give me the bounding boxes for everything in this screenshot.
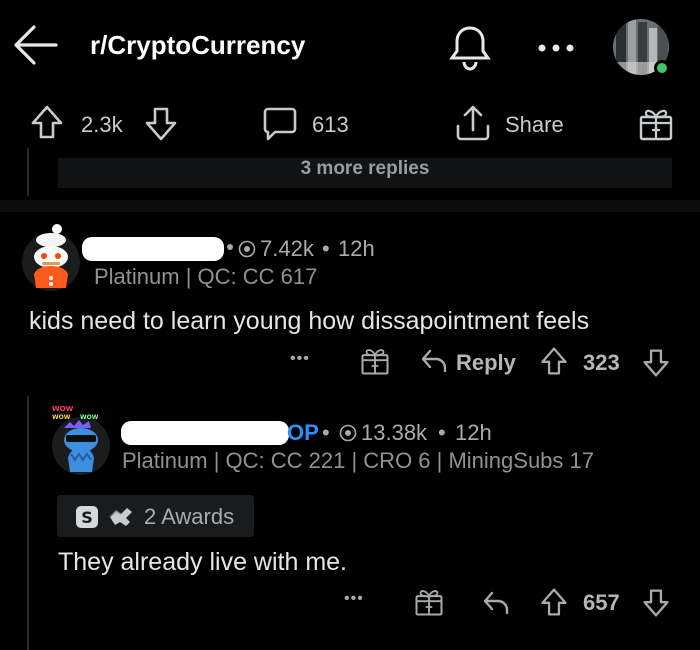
more-options-icon[interactable]: •••: [290, 350, 310, 368]
awards-badge[interactable]: S 2 Awards: [57, 495, 254, 537]
comment-icon[interactable]: [262, 106, 298, 142]
bell-icon[interactable]: [448, 24, 492, 72]
svg-text:S: S: [81, 508, 93, 527]
upvote-icon[interactable]: [540, 587, 568, 617]
snoo-nft-avatar[interactable]: WOW WOW WOW: [50, 402, 112, 476]
back-arrow-icon[interactable]: [12, 24, 58, 66]
comment-karma: 13.38k: [361, 420, 428, 445]
silver-award-icon: S: [75, 505, 99, 529]
reply-icon[interactable]: [420, 348, 448, 374]
comment-score: 657: [583, 590, 620, 615]
downvote-icon[interactable]: [642, 588, 670, 618]
svg-text:WOW: WOW: [52, 414, 71, 421]
downvote-icon[interactable]: [642, 348, 670, 378]
thread-line: [27, 396, 29, 650]
svg-text:WOW: WOW: [80, 414, 99, 421]
downvote-icon[interactable]: [144, 106, 178, 142]
snoo-chef-avatar[interactable]: [20, 222, 82, 292]
comment-score: 323: [583, 350, 620, 375]
karma-icon: [339, 424, 357, 442]
op-badge: OP: [287, 420, 319, 445]
subreddit-title[interactable]: r/CryptoCurrency: [90, 30, 305, 61]
reply-button[interactable]: Reply: [456, 350, 516, 376]
comment-divider: [0, 200, 700, 212]
gift-award-icon[interactable]: [414, 587, 444, 617]
post-comment-count: 613: [312, 112, 349, 137]
top-bar: r/CryptoCurrency: [0, 0, 700, 96]
user-flair: Platinum | QC: CC 221 | CRO 6 | MiningSu…: [122, 448, 595, 473]
share-button[interactable]: Share: [505, 112, 564, 138]
meta-separator: •: [438, 420, 446, 445]
comment-body: kids need to learn young how dissapointm…: [29, 307, 590, 335]
comment-age: 12h: [338, 236, 375, 261]
comment-karma: 7.42k: [260, 236, 314, 261]
redacted-username: [82, 237, 224, 261]
online-status-dot: [654, 60, 670, 76]
gift-award-icon[interactable]: [360, 346, 390, 376]
share-icon[interactable]: [454, 104, 492, 142]
separator-dot: [227, 244, 233, 250]
upvote-icon[interactable]: [540, 346, 568, 376]
redacted-username: [121, 421, 289, 445]
gift-award-icon[interactable]: [638, 106, 674, 142]
user-avatar[interactable]: [612, 18, 670, 76]
awards-count: 2 Awards: [144, 504, 235, 529]
upvote-icon[interactable]: [30, 104, 64, 140]
more-options-icon[interactable]: [536, 42, 576, 54]
karma-icon: [238, 240, 256, 258]
more-options-icon[interactable]: •••: [344, 590, 364, 608]
svg-text:WOW: WOW: [52, 405, 74, 413]
meta-separator: •: [322, 420, 330, 445]
comment-body: They already live with me.: [58, 548, 348, 576]
thread-line: [27, 148, 29, 196]
more-replies-button[interactable]: 3 more replies: [58, 158, 672, 188]
post-upvote-count: 2.3k: [81, 112, 123, 137]
helping-hand-award-icon: [107, 503, 135, 529]
meta-separator: •: [322, 236, 330, 261]
comment-age: 12h: [455, 420, 492, 445]
user-flair: Platinum | QC: CC 617: [94, 264, 318, 289]
reply-icon[interactable]: [482, 590, 510, 616]
